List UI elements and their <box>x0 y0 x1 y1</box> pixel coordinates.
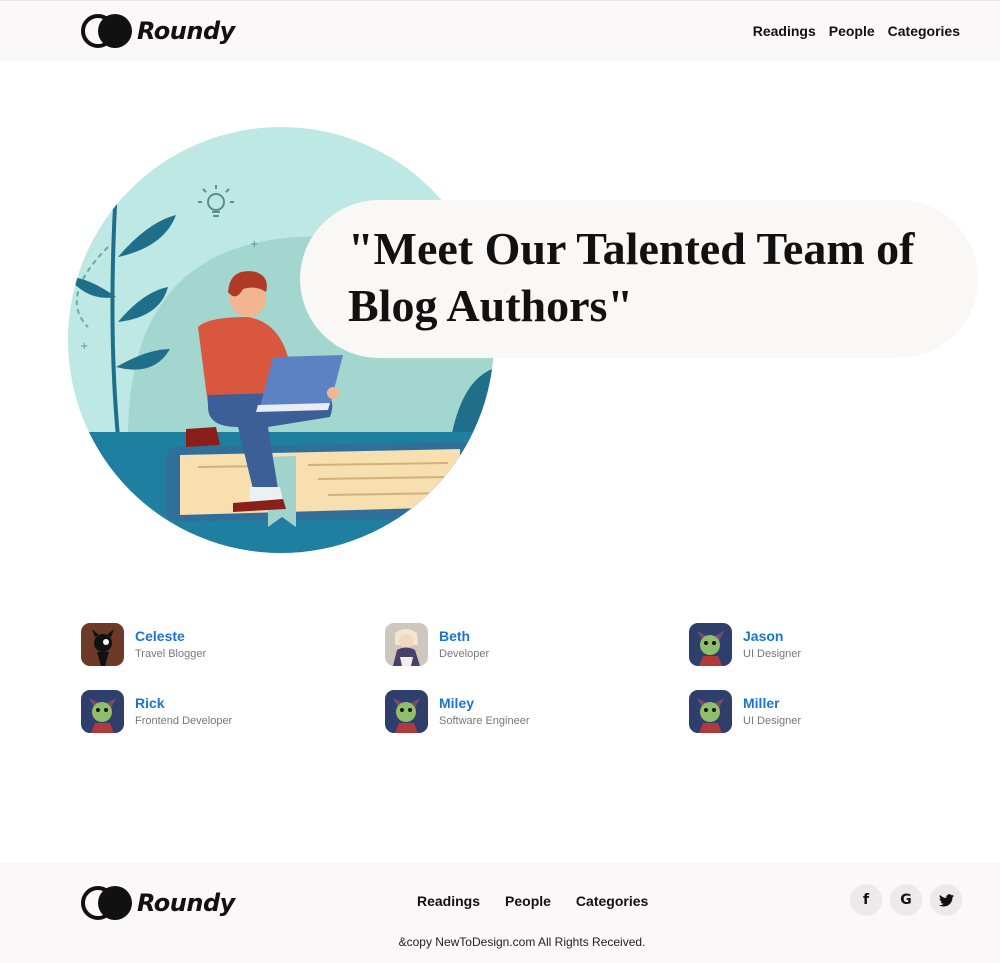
footer-readings-link[interactable]: Readings <box>417 893 480 909</box>
nav-readings-link[interactable]: Readings <box>753 23 816 39</box>
avatar <box>385 689 428 733</box>
author-name[interactable]: Miller <box>743 694 801 712</box>
author-card[interactable]: Miller UI Designer <box>689 689 939 733</box>
author-name[interactable]: Jason <box>743 627 801 645</box>
author-role: Software Engineer <box>439 714 530 727</box>
footer-people-link[interactable]: People <box>505 893 551 909</box>
avatar <box>81 622 124 666</box>
author-card[interactable]: Rick Frontend Developer <box>81 689 331 733</box>
nav-categories-link[interactable]: Categories <box>888 23 960 39</box>
author-card[interactable]: Beth Developer <box>385 622 635 666</box>
author-role: Frontend Developer <box>135 714 233 727</box>
site-footer: Roundy Readings People Categories f G &c… <box>0 863 1000 963</box>
author-role: UI Designer <box>743 647 802 660</box>
facebook-icon: f <box>862 892 870 908</box>
author-name[interactable]: Rick <box>135 694 232 712</box>
main-nav: Readings People Categories <box>753 23 960 39</box>
twitter-button[interactable] <box>930 884 962 916</box>
avatar <box>689 689 732 733</box>
facebook-button[interactable]: f <box>850 884 882 916</box>
author-name[interactable]: Miley <box>439 694 530 712</box>
author-card[interactable]: Celeste Travel Blogger <box>81 622 331 666</box>
svg-text:+: + <box>250 239 258 250</box>
copyright-text: &copy NewToDesign.com All Rights Receive… <box>398 935 646 949</box>
avatar <box>689 622 732 666</box>
author-name[interactable]: Celeste <box>135 627 206 645</box>
google-icon: G <box>900 892 912 908</box>
logo-mark-icon <box>81 886 132 920</box>
site-header: Roundy Readings People Categories <box>0 0 1000 61</box>
nav-people-link[interactable]: People <box>829 23 875 39</box>
footer-brand-name: Roundy <box>137 889 235 917</box>
author-card[interactable]: Miley Software Engineer <box>385 689 635 733</box>
google-button[interactable]: G <box>890 884 922 916</box>
svg-text:+: + <box>80 341 88 352</box>
brand-logo[interactable]: Roundy <box>81 14 235 48</box>
avatar <box>385 622 428 666</box>
author-name[interactable]: Beth <box>439 627 489 645</box>
author-card[interactable]: Jason UI Designer <box>689 622 939 666</box>
author-role: Travel Blogger <box>135 647 207 660</box>
logo-mark-icon <box>81 14 132 48</box>
author-role: Developer <box>439 647 490 660</box>
brand-name: Roundy <box>137 17 235 45</box>
twitter-icon <box>938 893 954 906</box>
author-role: UI Designer <box>743 714 802 727</box>
footer-categories-link[interactable]: Categories <box>576 893 648 909</box>
avatar <box>81 689 124 733</box>
footer-nav: Readings People Categories <box>417 893 648 909</box>
hero-title: "Meet Our Talented Team of Blog Authors" <box>348 223 915 331</box>
footer-brand-logo[interactable]: Roundy <box>81 886 235 920</box>
